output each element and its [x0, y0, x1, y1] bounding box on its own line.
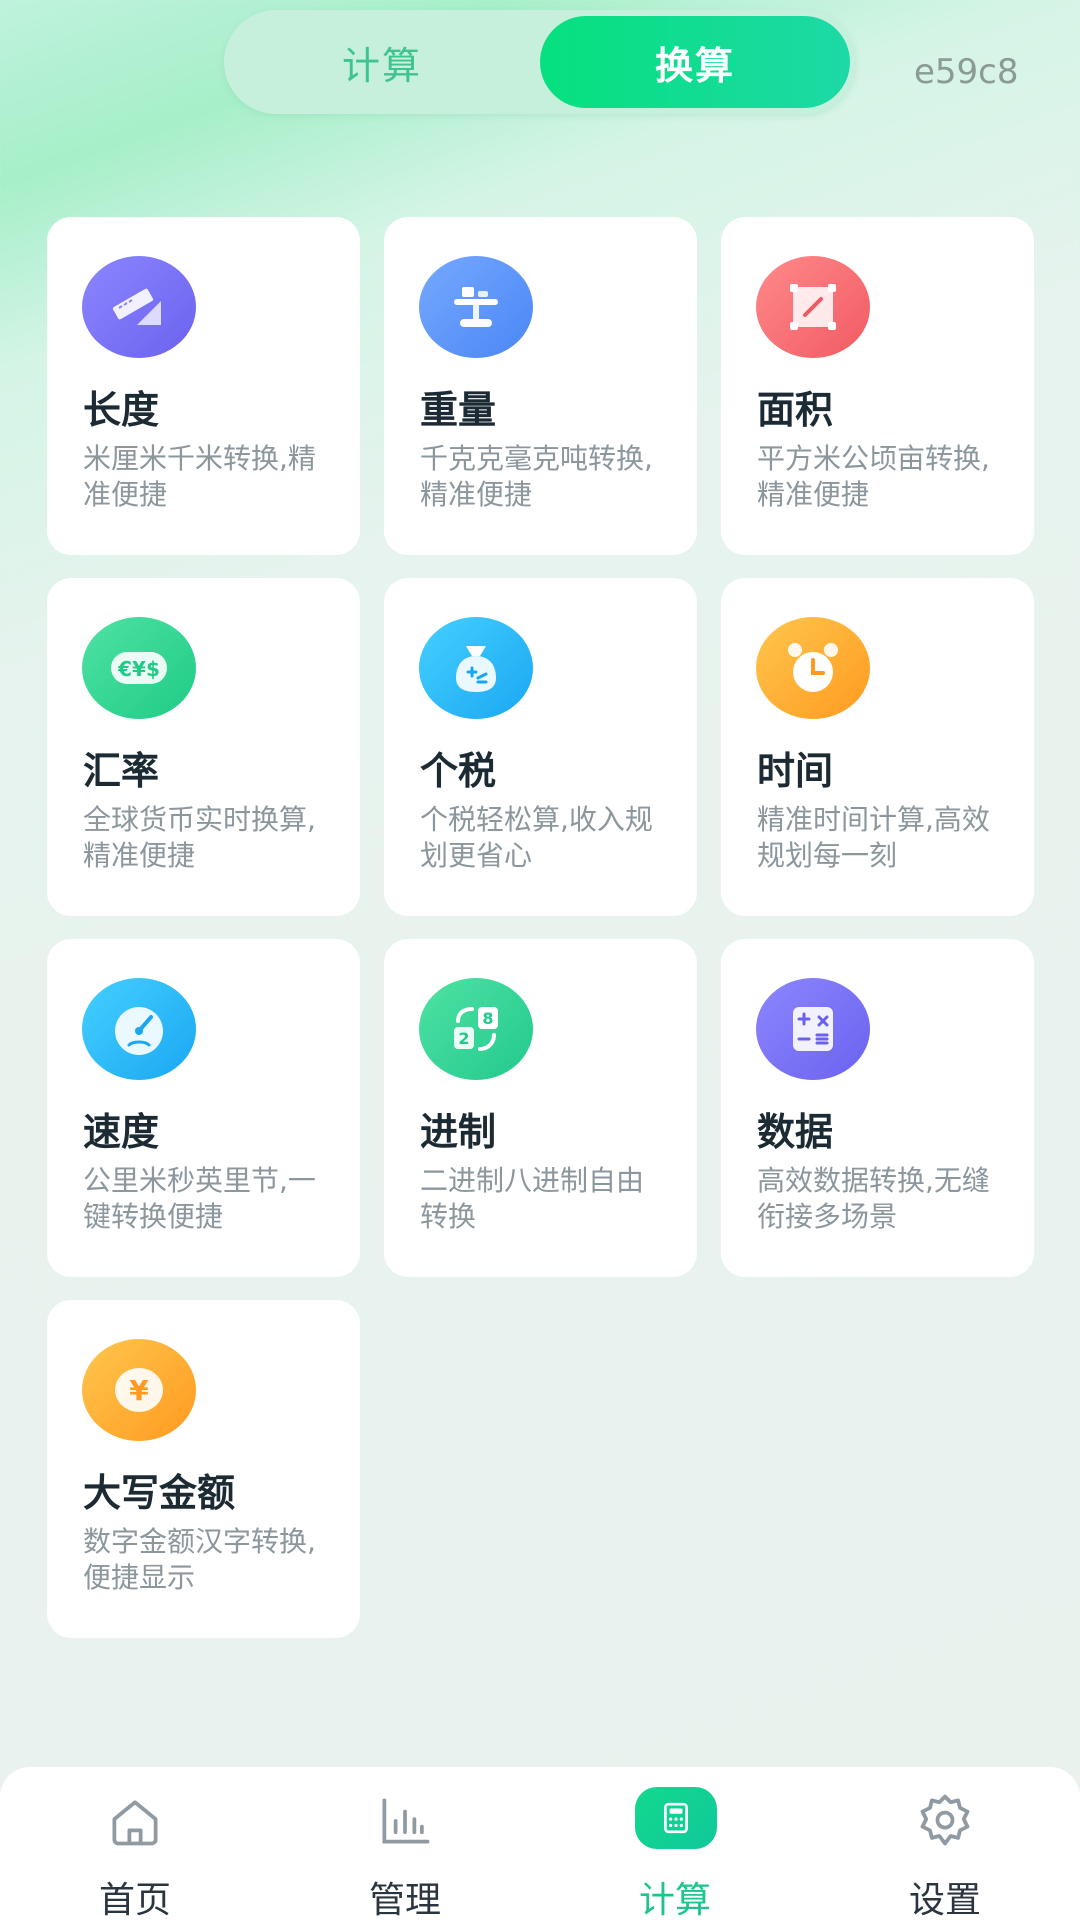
svg-text:¥: ¥	[129, 1374, 149, 1407]
card-time[interactable]: 时间 精准时间计算,高效规划每一刻	[721, 578, 1034, 916]
money-bag-icon	[419, 617, 533, 719]
nav-manage[interactable]: 管理	[270, 1767, 540, 1920]
card-number-base[interactable]: 28 进制 二进制八进制自由转换	[384, 939, 697, 1277]
tab-calculate[interactable]: 计算	[224, 16, 540, 108]
card-title: 重量	[420, 388, 497, 432]
card-speed[interactable]: 速度 公里米秒英里节,一键转换便捷	[47, 939, 360, 1277]
base-convert-icon: 28	[419, 978, 533, 1080]
version-code: e59c8	[914, 52, 1019, 92]
card-title: 速度	[83, 1110, 160, 1154]
card-data[interactable]: 数据 高效数据转换,无缝衔接多场景	[721, 939, 1034, 1277]
nav-calculate[interactable]: 计算	[540, 1767, 810, 1920]
card-desc: 数字金额汉字转换,便捷显示	[83, 1525, 316, 1594]
bottom-nav: 首页 管理 计算 设置	[0, 1767, 1080, 1920]
bar-chart-icon	[373, 1789, 437, 1853]
nav-home[interactable]: 首页	[0, 1767, 270, 1920]
ruler-icon	[82, 256, 196, 358]
card-length[interactable]: 长度 米厘米千米转换,精准便捷	[47, 217, 360, 555]
currency-icon: €¥$	[82, 617, 196, 719]
svg-text:2: 2	[458, 1029, 469, 1048]
tab-convert[interactable]: 换算	[540, 16, 850, 108]
speedometer-icon	[82, 978, 196, 1080]
card-title: 个税	[420, 749, 497, 793]
gear-icon	[913, 1789, 977, 1853]
card-title: 汇率	[83, 749, 160, 793]
card-title: 大写金额	[83, 1471, 236, 1515]
nav-settings[interactable]: 设置	[810, 1767, 1080, 1920]
card-title: 进制	[420, 1110, 497, 1154]
calculator-icon	[756, 978, 870, 1080]
card-exchange-rate[interactable]: €¥$ 汇率 全球货币实时换算,精准便捷	[47, 578, 360, 916]
card-desc: 高效数据转换,无缝衔接多场景	[757, 1164, 990, 1233]
mode-switch: 计算 换算	[224, 10, 856, 114]
yen-coin-icon: ¥	[82, 1339, 196, 1441]
calculator-icon	[635, 1787, 717, 1849]
card-income-tax[interactable]: 个税 个税轻松算,收入规划更省心	[384, 578, 697, 916]
top-bar: 计算 换算 e59c8	[0, 0, 1080, 150]
area-icon	[756, 256, 870, 358]
card-desc: 平方米公顷亩转换,精准便捷	[757, 442, 990, 511]
card-desc: 公里米秒英里节,一键转换便捷	[83, 1164, 316, 1233]
card-desc: 二进制八进制自由转换	[420, 1164, 645, 1233]
card-weight[interactable]: 重量 千克克毫克吨转换,精准便捷	[384, 217, 697, 555]
card-uppercase-amount[interactable]: ¥ 大写金额 数字金额汉字转换,便捷显示	[47, 1300, 360, 1638]
alarm-clock-icon	[756, 617, 870, 719]
card-desc: 米厘米千米转换,精准便捷	[83, 442, 316, 511]
card-title: 数据	[757, 1110, 834, 1154]
card-title: 面积	[757, 388, 834, 432]
card-title: 时间	[757, 749, 834, 793]
home-icon	[103, 1789, 167, 1853]
card-title: 长度	[83, 388, 160, 432]
card-desc: 全球货币实时换算,精准便捷	[83, 803, 316, 872]
scale-icon	[419, 256, 533, 358]
svg-text:€¥$: €¥$	[117, 657, 160, 681]
nav-label: 计算	[638, 1880, 711, 1920]
nav-label: 首页	[98, 1880, 171, 1920]
card-desc: 千克克毫克吨转换,精准便捷	[420, 442, 653, 511]
nav-label: 设置	[908, 1880, 981, 1920]
svg-text:8: 8	[482, 1009, 493, 1028]
card-area[interactable]: 面积 平方米公顷亩转换,精准便捷	[721, 217, 1034, 555]
card-desc: 精准时间计算,高效规划每一刻	[757, 803, 990, 872]
card-desc: 个税轻松算,收入规划更省心	[420, 803, 653, 872]
nav-label: 管理	[368, 1880, 441, 1920]
